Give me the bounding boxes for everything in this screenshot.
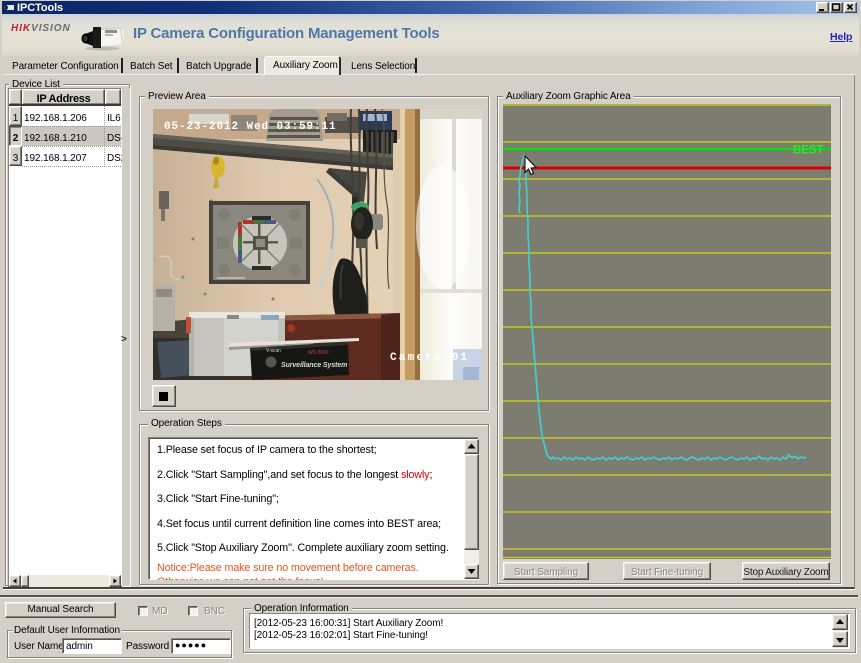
svg-text:WD-8000: WD-8000 <box>308 350 329 356</box>
svg-text:Surveillance System: Surveillance System <box>281 362 347 369</box>
svg-text:05-23-2012 Wed 03:59:11: 05-23-2012 Wed 03:59:11 <box>164 121 337 133</box>
svg-text:Camera 01: Camera 01 <box>390 352 469 364</box>
svg-text:V-scan: V-scan <box>266 348 281 354</box>
svg-text:BEST: BEST <box>793 145 823 157</box>
